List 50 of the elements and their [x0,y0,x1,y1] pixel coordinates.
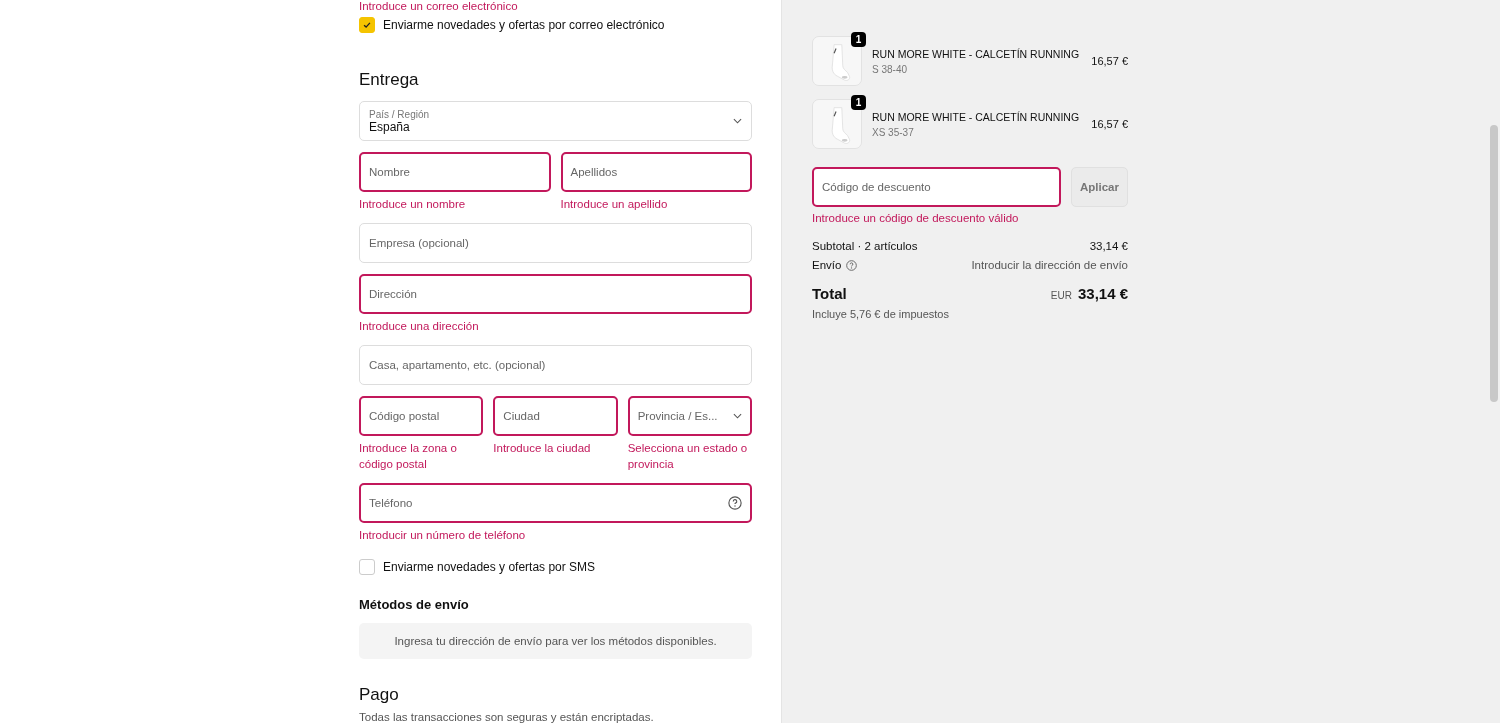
error-message: Introduce un apellido [560,197,669,212]
select-field[interactable]: Provincia / Es... [627,396,752,436]
error-message: Introduce la ciudad [493,441,592,456]
product-price: 16,57 € [1091,118,1128,130]
input-field[interactable]: Dirección [359,274,752,314]
subtotal-value: 33,14 € [1089,240,1128,252]
taxes-note: Incluye 5,76 € de impuestos [812,308,950,320]
input-field[interactable]: Código postal [359,396,484,436]
error-message: Introducir un número de teléfono [359,528,527,543]
input-field[interactable]: Apellidos [560,152,752,192]
chevron-down-icon [733,413,742,419]
product-variant: XS 35-37 [872,126,915,138]
checkbox[interactable] [359,559,375,575]
checkbox-label: Enviarme novedades y ofertas por correo electrónico [383,18,665,32]
info-notice: Ingresa tu dirección de envío para ver los métodos disponibles. [359,623,752,659]
product-price: 16,57 € [1091,55,1128,67]
section-title: Entrega [359,70,420,90]
shipping-value: Introducir la dirección de envío [971,259,1128,271]
error-message: Introduce una dirección [359,319,480,334]
input-field[interactable]: Teléfono [359,483,752,523]
total-label: Total [812,285,847,302]
input-field[interactable]: Casa, apartamento, etc. (opcional) [359,345,752,385]
currency-code: EUR [1050,290,1072,301]
checkbox-label: Enviarme novedades y ofertas por SMS [383,560,596,574]
input-field[interactable]: Empresa (opcional) [359,223,752,263]
checkbox[interactable] [359,17,375,33]
shipping-label: Envío [812,259,842,271]
subtotal-label: Subtotal · 2 artículos [812,240,918,252]
discount-field[interactable]: Código de descuento [812,167,1061,207]
error-message: Introduce un código de descuento válido [812,211,1020,226]
quantity-badge: 1 [851,32,866,47]
product-variant: S 38-40 [872,63,909,75]
quantity-badge: 1 [851,95,866,110]
check-icon [362,20,372,30]
select-field[interactable]: País / Región España [359,101,752,141]
chevron-down-icon [733,118,742,124]
error-message: Selecciona un estado o provincia [627,441,749,472]
input-field[interactable]: Nombre [359,152,551,192]
total-value: 33,14 € [1077,285,1128,302]
product-name: RUN MORE WHITE - CALCETÍN RUNNING [872,110,1081,123]
help-icon[interactable] [728,496,742,510]
apply-button[interactable]: Aplicar [1071,167,1128,207]
section-title: Métodos de envío [359,597,470,612]
section-title: Pago [359,685,400,705]
error-message: Introduce la zona o código postal [359,441,458,472]
product-name: RUN MORE WHITE - CALCETÍN RUNNING [872,47,1081,60]
error-message: Introduce un nombre [359,197,467,212]
error-message: Introduce un correo electrónico [359,0,519,14]
section-subtitle: Todas las transacciones son seguras y están encriptadas. [359,711,655,723]
input-field[interactable]: Ciudad [493,396,618,436]
